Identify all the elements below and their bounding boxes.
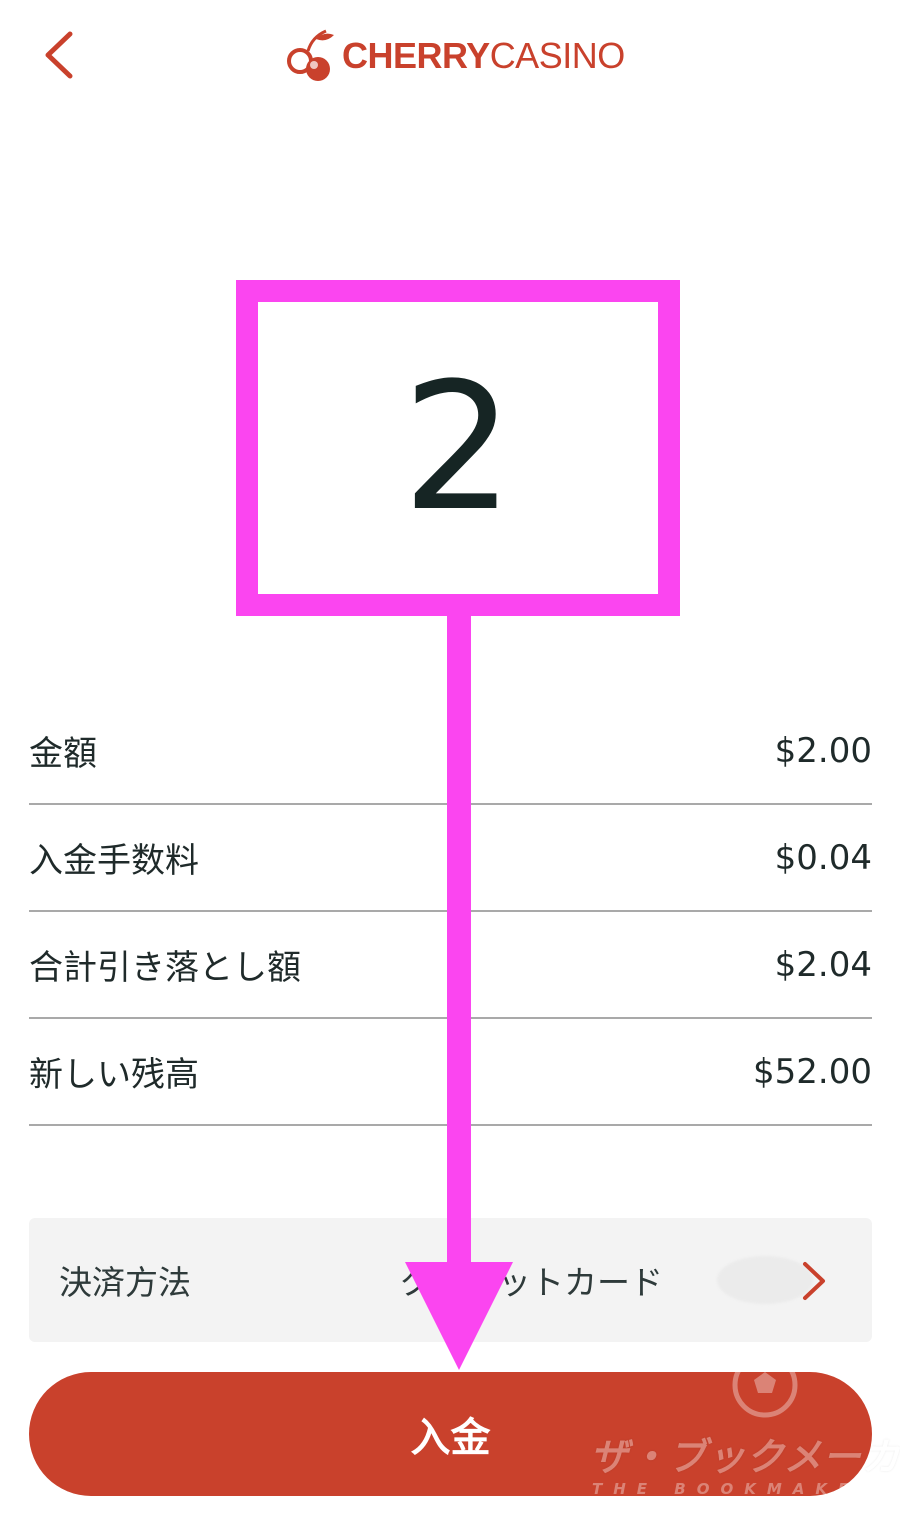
back-button[interactable] xyxy=(40,30,84,80)
summary-label: 合計引き落とし額 xyxy=(29,948,301,988)
cherry-casino-logo: CHERRYCASINO xyxy=(286,28,625,84)
logo-text-light: CASINO xyxy=(489,35,626,76)
redacted-card-number xyxy=(717,1256,813,1304)
step-annotation-box: 2 xyxy=(236,280,680,616)
annotation-arrow-head xyxy=(405,1262,513,1370)
annotation-arrow-shaft xyxy=(447,616,471,1272)
payment-method-label: 決済方法 xyxy=(59,1263,191,1302)
summary-label: 新しい残高 xyxy=(29,1055,199,1095)
deposit-button[interactable]: 入金 xyxy=(29,1372,872,1496)
summary-value: $2.04 xyxy=(774,944,872,985)
cherry-icon xyxy=(287,29,334,81)
logo-text-bold: CHERRY xyxy=(342,35,490,76)
chevron-right-icon xyxy=(803,1262,825,1300)
step-number: 2 xyxy=(402,345,514,550)
summary-value: $52.00 xyxy=(753,1051,872,1092)
summary-value: $2.00 xyxy=(774,730,872,771)
deposit-button-label: 入金 xyxy=(410,1416,491,1460)
chevron-left-icon xyxy=(45,31,73,79)
summary-value: $0.04 xyxy=(774,837,872,878)
summary-label: 金額 xyxy=(29,734,97,774)
summary-label: 入金手数料 xyxy=(29,841,199,881)
